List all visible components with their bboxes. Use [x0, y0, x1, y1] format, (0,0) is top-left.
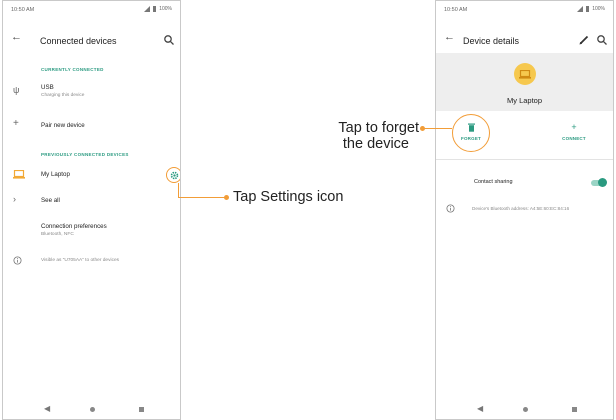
- section-header-previously-connected: PREVIOUSLY CONNECTED DEVICES: [41, 152, 129, 157]
- nav-back-icon[interactable]: ◀: [477, 404, 483, 413]
- usb-icon: ψ: [13, 85, 20, 95]
- visible-as-info: Visible as “U705AA” to other devices: [3, 255, 180, 271]
- usb-title: USB: [41, 84, 54, 91]
- forget-callout-line1: Tap to forget: [338, 120, 419, 136]
- divider: [436, 159, 613, 160]
- laptop-icon: [13, 170, 25, 179]
- preferences-title: Connection preferences: [41, 223, 107, 230]
- visible-as-text: Visible as “U705AA” to other devices: [41, 258, 120, 263]
- bluetooth-address-text: Device's Bluetooth address: A4:5E:60:EC:…: [472, 206, 570, 211]
- phone-screen-connected-devices: 10:50 AM 100% ← Connected devices CURREN…: [2, 0, 181, 420]
- settings-callout-dot: [224, 195, 229, 200]
- toggle-thumb: [598, 178, 607, 187]
- device-name: My Laptop: [506, 96, 543, 105]
- battery-icon: [585, 6, 590, 12]
- list-item-pair-new-device[interactable]: + Pair new device: [3, 116, 180, 136]
- info-icon: [446, 204, 455, 213]
- status-time: 10:50 AM: [444, 7, 468, 13]
- settings-callout-connector: [178, 183, 180, 198]
- list-item-my-laptop[interactable]: My Laptop: [3, 165, 180, 185]
- connect-button[interactable]: + CONNECT: [554, 122, 594, 142]
- nav-recent-apps-icon[interactable]: [139, 407, 144, 412]
- pair-title: Pair new device: [41, 122, 85, 129]
- list-item-see-all[interactable]: › See all: [3, 191, 180, 211]
- connect-label: CONNECT: [562, 136, 586, 141]
- battery-icon: [152, 6, 157, 12]
- gear-icon[interactable]: [166, 167, 180, 183]
- forget-callout-line: [424, 128, 452, 130]
- info-icon: [13, 256, 22, 265]
- page-title: Connected devices: [40, 36, 117, 46]
- bluetooth-address-info: Device's Bluetooth address: A4:5E:60:EC:…: [436, 203, 613, 219]
- laptop-avatar-icon: [514, 63, 536, 85]
- back-arrow-icon[interactable]: ←: [11, 32, 22, 43]
- status-time: 10:50 AM: [11, 7, 35, 13]
- status-bar: 10:50 AM 100%: [436, 1, 613, 19]
- signal-icon: [143, 6, 150, 12]
- page-title: Device details: [463, 36, 520, 46]
- preferences-subtitle: Bluetooth, NFC: [41, 232, 74, 237]
- section-header-currently-connected: CURRENTLY CONNECTED: [41, 67, 104, 72]
- plus-icon: +: [571, 122, 577, 132]
- list-item-connection-preferences[interactable]: Connection preferences Bluetooth, NFC: [3, 219, 180, 243]
- forget-label: FORGET: [461, 136, 481, 141]
- laptop-title: My Laptop: [41, 171, 70, 178]
- settings-callout-text: Tap Settings icon: [233, 189, 344, 205]
- app-bar: ← Device details: [436, 27, 613, 53]
- plus-icon: +: [13, 118, 19, 129]
- contact-sharing-toggle[interactable]: [589, 178, 607, 187]
- forget-button[interactable]: FORGET: [451, 123, 491, 141]
- nav-back-icon[interactable]: ◀: [44, 404, 50, 413]
- search-icon[interactable]: [163, 34, 175, 46]
- contact-sharing-row[interactable]: Contact sharing: [436, 175, 613, 191]
- pencil-icon[interactable]: [578, 34, 590, 46]
- usb-subtitle: Charging this device: [41, 93, 85, 98]
- app-bar: ← Connected devices: [3, 27, 180, 53]
- list-item-usb[interactable]: ψ USB Charging this device: [3, 81, 180, 107]
- nav-home-icon[interactable]: [90, 407, 95, 412]
- device-header: My Laptop: [436, 53, 613, 111]
- battery-percent: 100%: [159, 6, 172, 12]
- settings-callout-line: [178, 197, 226, 199]
- phone-screen-device-details: 10:50 AM 100% ← Device details My Laptop: [435, 0, 614, 420]
- battery-percent: 100%: [592, 6, 605, 12]
- back-arrow-icon[interactable]: ←: [444, 32, 455, 43]
- signal-icon: [576, 6, 583, 12]
- status-bar: 10:50 AM 100%: [3, 1, 180, 19]
- navigation-bar: ◀: [436, 399, 613, 419]
- contact-sharing-label: Contact sharing: [474, 179, 513, 185]
- trash-icon: [451, 123, 491, 134]
- navigation-bar: ◀: [3, 399, 180, 419]
- search-icon[interactable]: [596, 34, 608, 46]
- forget-callout-line2: the device: [342, 136, 409, 152]
- nav-home-icon[interactable]: [523, 407, 528, 412]
- nav-recent-apps-icon[interactable]: [572, 407, 577, 412]
- status-icons: 100%: [576, 6, 605, 12]
- see-all-title: See all: [41, 197, 60, 204]
- chevron-right-icon: ›: [13, 194, 16, 204]
- status-icons: 100%: [143, 6, 172, 12]
